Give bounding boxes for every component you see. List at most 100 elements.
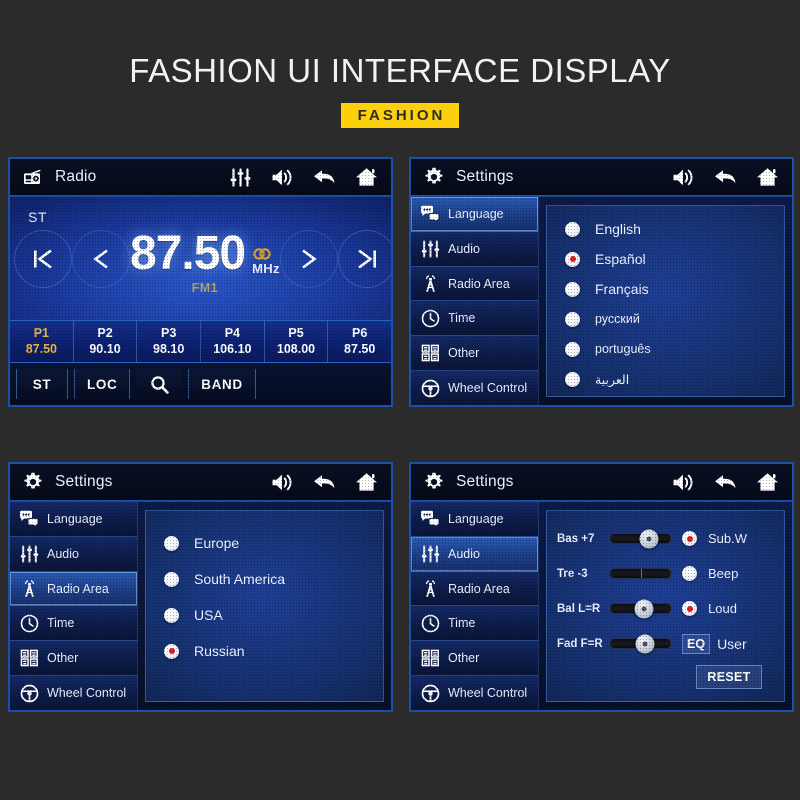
volume-icon[interactable]: [671, 165, 695, 189]
preset-button-6[interactable]: P6 87.50: [328, 321, 391, 362]
language-option-arabic[interactable]: العربية: [565, 364, 784, 394]
sidebar-item-audio[interactable]: Audio: [411, 536, 538, 572]
radio-button-icon[interactable]: [682, 566, 697, 581]
audio-slider-column: Bas +7 Tre -3 Bal L=R Fad F=R: [557, 521, 672, 693]
back-icon[interactable]: [312, 165, 336, 189]
balance-slider-thumb[interactable]: [634, 599, 654, 618]
search-button[interactable]: [136, 369, 183, 399]
reset-button[interactable]: RESET: [696, 665, 762, 689]
sliders-icon: [18, 544, 40, 564]
grid-icon: [419, 648, 441, 668]
volume-icon[interactable]: [270, 470, 294, 494]
sidebar-item-radio-area[interactable]: Radio Area: [411, 266, 538, 302]
balance-slider[interactable]: [609, 599, 672, 618]
volume-icon[interactable]: [270, 165, 294, 189]
sidebar-item-other[interactable]: Other: [411, 336, 538, 372]
subwoofer-toggle[interactable]: Sub.W: [682, 521, 776, 556]
sidebar-item-language[interactable]: Language: [10, 502, 137, 537]
language-option-espanol[interactable]: Español: [565, 244, 784, 274]
radio-button-icon[interactable]: [565, 341, 580, 357]
preset-button-4[interactable]: P4 106.10: [201, 321, 265, 362]
radio-button-icon[interactable]: [164, 607, 179, 623]
equalizer-icon[interactable]: [228, 165, 252, 189]
steering-wheel-icon: [419, 378, 441, 398]
sidebar-item-radio-area[interactable]: Radio Area: [411, 571, 538, 607]
sidebar-item-audio[interactable]: Audio: [10, 536, 137, 572]
treble-slider[interactable]: [609, 568, 672, 579]
frequency-display: 87.50 MHz FM1: [130, 230, 280, 296]
back-icon[interactable]: [713, 470, 737, 494]
radio-button-icon[interactable]: [164, 571, 179, 587]
sidebar-item-radio-area[interactable]: Radio Area: [10, 571, 137, 607]
home-icon[interactable]: [354, 470, 378, 494]
eq-button[interactable]: EQ: [682, 633, 711, 654]
preset-button-5[interactable]: P5 108.00: [265, 321, 329, 362]
beep-toggle[interactable]: Beep: [682, 556, 776, 591]
preset-button-1[interactable]: P1 87.50: [10, 321, 74, 362]
sidebar-item-label: Wheel Control: [47, 686, 127, 701]
language-option-francais[interactable]: Français: [565, 274, 784, 304]
settings-title: Settings: [456, 473, 514, 490]
radio-area-option-usa[interactable]: USA: [164, 597, 383, 633]
fader-slider[interactable]: [609, 634, 672, 653]
preset-button-3[interactable]: P3 98.10: [137, 321, 202, 362]
back-icon[interactable]: [713, 165, 737, 189]
settings-sidebar: Language Audio Radio Area Time Other Whe…: [10, 502, 138, 710]
language-option-russian[interactable]: русский: [565, 304, 784, 334]
language-option-english[interactable]: English: [565, 214, 784, 244]
settings-titlebar-actions: [671, 470, 783, 494]
volume-icon[interactable]: [671, 470, 695, 494]
radio-area-option-list: Europe South America USA Russian: [146, 511, 383, 669]
radio-button-icon[interactable]: [565, 311, 580, 327]
radio-area-option-south-america[interactable]: South America: [164, 561, 383, 597]
option-label: русский: [595, 312, 640, 326]
fader-slider-thumb[interactable]: [635, 634, 655, 653]
eq-row[interactable]: EQ User: [682, 626, 776, 661]
seek-next-button[interactable]: [338, 230, 391, 288]
antenna-tower-icon: [18, 579, 40, 599]
sidebar-item-language[interactable]: Language: [411, 197, 538, 232]
option-label: português: [595, 342, 651, 356]
bass-slider[interactable]: [609, 529, 672, 548]
loud-toggle[interactable]: Loud: [682, 591, 776, 626]
sidebar-item-label: Time: [448, 311, 476, 326]
radio-button-icon[interactable]: [565, 371, 580, 387]
settings-language-panel: Settings Language Audio Radio Area Time …: [409, 157, 794, 407]
preset-button-2[interactable]: P2 90.10: [74, 321, 138, 362]
sidebar-item-wheel-control[interactable]: Wheel Control: [10, 676, 137, 710]
loc-button[interactable]: LOC: [74, 369, 131, 399]
sidebar-item-audio[interactable]: Audio: [411, 231, 538, 267]
st-button[interactable]: ST: [16, 369, 68, 399]
settings-title: Settings: [456, 168, 514, 185]
sidebar-item-language[interactable]: Language: [411, 502, 538, 537]
clock-icon: [18, 613, 40, 633]
sidebar-item-wheel-control[interactable]: Wheel Control: [411, 371, 538, 405]
seek-prev-button[interactable]: [14, 230, 72, 288]
sidebar-item-other[interactable]: Other: [10, 641, 137, 677]
sidebar-item-other[interactable]: Other: [411, 641, 538, 677]
radio-button-icon[interactable]: [565, 281, 580, 297]
home-icon[interactable]: [755, 165, 779, 189]
back-icon[interactable]: [312, 470, 336, 494]
tune-down-button[interactable]: [72, 230, 130, 288]
radio-button-icon[interactable]: [682, 531, 697, 546]
sidebar-item-wheel-control[interactable]: Wheel Control: [411, 676, 538, 710]
radio-button-icon[interactable]: [565, 221, 580, 237]
radio-button-icon[interactable]: [682, 601, 697, 616]
radio-button-icon[interactable]: [565, 251, 580, 267]
home-icon[interactable]: [354, 165, 378, 189]
sidebar-item-time[interactable]: Time: [10, 606, 137, 642]
bass-slider-thumb[interactable]: [639, 529, 659, 548]
tune-up-button[interactable]: [280, 230, 338, 288]
language-option-portugues[interactable]: português: [565, 334, 784, 364]
radio-area-option-europe[interactable]: Europe: [164, 525, 383, 561]
radio-button-icon[interactable]: [164, 535, 179, 551]
sidebar-item-time[interactable]: Time: [411, 606, 538, 642]
sidebar-item-time[interactable]: Time: [411, 301, 538, 337]
band-button[interactable]: BAND: [188, 369, 256, 399]
radio-button-icon[interactable]: [164, 643, 179, 659]
radio-area-option-russian[interactable]: Russian: [164, 633, 383, 669]
clock-icon: [419, 613, 441, 633]
gear-icon: [421, 166, 447, 188]
home-icon[interactable]: [755, 470, 779, 494]
